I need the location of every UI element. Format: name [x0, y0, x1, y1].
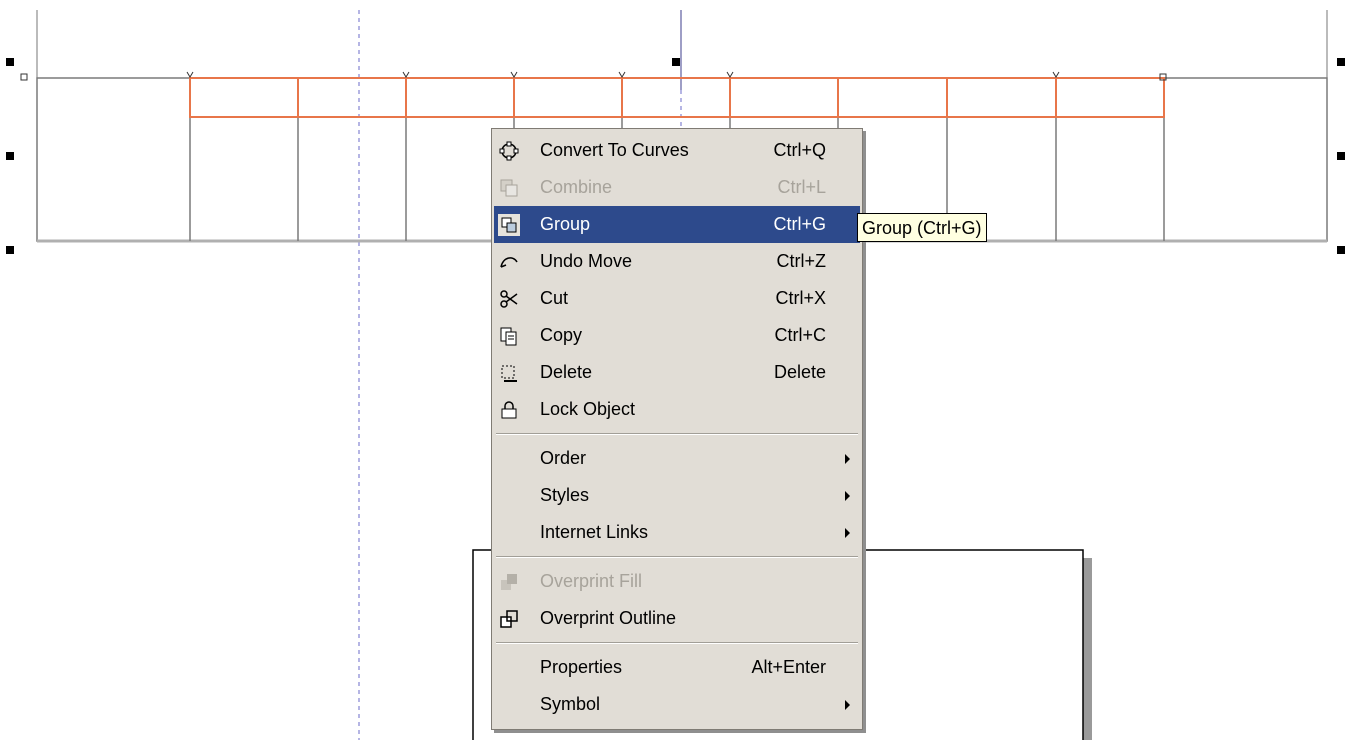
menu-item-label: Internet Links — [540, 522, 649, 542]
selection-handle[interactable] — [6, 246, 14, 254]
menu-item-label: Order — [540, 448, 587, 468]
menu-item-label: Copy — [540, 325, 583, 345]
menu-item-shortcut: Ctrl+Q — [773, 140, 826, 160]
menu-separator — [496, 433, 858, 435]
menu-separator — [496, 642, 858, 644]
submenu-arrow-icon — [845, 454, 850, 464]
submenu-arrow-icon — [845, 491, 850, 501]
selected-cells[interactable] — [189, 77, 1165, 118]
menu-item-label: Cut — [540, 288, 569, 308]
menu-item-label: Lock Object — [540, 399, 636, 419]
menu-item-delete[interactable]: Delete Delete — [494, 354, 860, 391]
selection-handle[interactable] — [6, 58, 14, 66]
selection-handle[interactable] — [6, 152, 14, 160]
menu-item-symbol[interactable]: Symbol — [494, 686, 860, 723]
menu-item-label: Delete — [540, 362, 593, 382]
menu-item-undo-move[interactable]: Undo Move Ctrl+Z — [494, 243, 860, 280]
menu-item-shortcut: Ctrl+L — [777, 177, 826, 197]
selection-handle[interactable] — [1337, 152, 1345, 160]
menu-item-shortcut: Delete — [773, 362, 826, 382]
menu-item-lock-object[interactable]: Lock Object — [494, 391, 860, 428]
submenu-arrow-icon — [845, 528, 850, 538]
context-menu: Convert To Curves Ctrl+Q Combine Ctrl+L … — [491, 128, 863, 730]
menu-item-label: Styles — [540, 485, 590, 505]
selection-handle[interactable] — [1337, 246, 1345, 254]
tooltip: Group (Ctrl+G) — [857, 213, 987, 242]
group-icon — [497, 213, 521, 237]
menu-item-group[interactable]: Group Ctrl+G — [494, 206, 860, 243]
menu-item-cut[interactable]: Cut Ctrl+X — [494, 280, 860, 317]
lock-icon — [498, 399, 520, 421]
menu-item-label: Overprint Outline — [540, 608, 677, 628]
menu-item-label: Symbol — [540, 694, 601, 714]
menu-item-label: Combine — [540, 177, 613, 197]
menu-item-shortcut: Ctrl+C — [774, 325, 826, 345]
menu-item-shortcut: Ctrl+X — [775, 288, 826, 308]
combine-icon — [498, 177, 520, 199]
selection-handle[interactable] — [1337, 58, 1345, 66]
menu-item-shortcut: Alt+Enter — [751, 657, 826, 677]
menu-item-shortcut: Ctrl+G — [773, 214, 826, 234]
overprint-outline-icon — [498, 608, 520, 630]
menu-item-label: Overprint Fill — [540, 571, 643, 591]
menu-item-overprint-fill[interactable]: Overprint Fill — [494, 563, 860, 600]
menu-item-label: Convert To Curves — [540, 140, 689, 160]
menu-item-label: Undo Move — [540, 251, 633, 271]
copy-icon — [498, 325, 520, 347]
overprint-fill-icon — [498, 571, 520, 593]
menu-item-overprint-outline[interactable]: Overprint Outline — [494, 600, 860, 637]
menu-item-properties[interactable]: Properties Alt+Enter — [494, 649, 860, 686]
menu-item-combine[interactable]: Combine Ctrl+L — [494, 169, 860, 206]
convert-curves-icon — [498, 140, 520, 162]
menu-item-shortcut: Ctrl+Z — [776, 251, 827, 271]
menu-item-label: Properties — [540, 657, 623, 677]
menu-separator — [496, 556, 858, 558]
menu-item-copy[interactable]: Copy Ctrl+C — [494, 317, 860, 354]
menu-item-internet-links[interactable]: Internet Links — [494, 514, 860, 551]
selection-handle[interactable] — [672, 58, 680, 66]
undo-move-icon — [498, 251, 520, 273]
delete-icon — [498, 362, 520, 384]
scissors-icon — [498, 288, 520, 310]
menu-item-convert-to-curves[interactable]: Convert To Curves Ctrl+Q — [494, 132, 860, 169]
menu-item-order[interactable]: Order — [494, 440, 860, 477]
menu-item-label: Group — [540, 214, 591, 234]
submenu-arrow-icon — [845, 700, 850, 710]
menu-item-styles[interactable]: Styles — [494, 477, 860, 514]
